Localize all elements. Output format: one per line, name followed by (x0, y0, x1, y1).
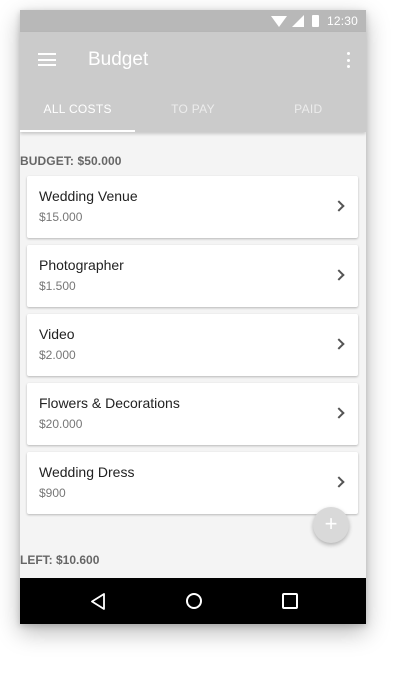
status-bar: 12:30 (20, 10, 366, 32)
cost-item-wedding-venue[interactable]: Wedding Venue $15.000 (27, 176, 358, 238)
cost-item-name: Video (39, 326, 75, 342)
tab-label: ALL COSTS (43, 102, 112, 116)
cost-item-name: Wedding Venue (39, 188, 138, 204)
phone-screen: 12:30 Budget ALL COSTS TO PAY PAID BUDGE… (20, 10, 366, 624)
plus-icon: + (324, 511, 338, 536)
home-icon[interactable] (186, 593, 202, 609)
signal-icon (291, 15, 304, 27)
cost-item-name: Photographer (39, 257, 124, 273)
toolbar: Budget (20, 32, 366, 88)
cost-item-name: Wedding Dress (39, 464, 135, 480)
system-nav-bar (20, 578, 366, 624)
chevron-right-icon (333, 338, 345, 350)
cost-item-amount: $15.000 (39, 210, 83, 224)
cost-item-flowers-decorations[interactable]: Flowers & Decorations $20.000 (27, 383, 358, 445)
chevron-right-icon (333, 269, 345, 281)
more-options-icon[interactable] (346, 52, 350, 68)
menu-icon[interactable] (38, 53, 56, 66)
tab-bar: ALL COSTS TO PAY PAID (20, 88, 366, 132)
add-cost-button[interactable]: + (313, 507, 349, 543)
cost-item-amount: $20.000 (39, 417, 83, 431)
tab-label: PAID (294, 102, 323, 116)
page-title: Budget (88, 49, 149, 70)
battery-icon (311, 15, 319, 27)
budget-left: LEFT: $10.600 (20, 553, 100, 567)
chevron-right-icon (333, 407, 345, 419)
status-time: 12:30 (326, 14, 358, 28)
tab-to-pay[interactable]: TO PAY (135, 88, 250, 132)
tab-indicator (20, 130, 136, 132)
app-bar: Budget ALL COSTS TO PAY PAID (20, 32, 366, 132)
cost-item-amount: $2.000 (39, 348, 76, 362)
wifi-icon (270, 16, 287, 27)
cost-item-name: Flowers & Decorations (39, 395, 180, 411)
tab-label: TO PAY (171, 102, 215, 116)
cost-item-wedding-dress[interactable]: Wedding Dress $900 (27, 452, 358, 514)
cost-item-video[interactable]: Video $2.000 (27, 314, 358, 376)
budget-total: BUDGET: $50.000 (20, 154, 122, 168)
tab-all-costs[interactable]: ALL COSTS (20, 88, 136, 132)
chevron-right-icon (333, 200, 345, 212)
cost-item-amount: $1.500 (39, 279, 76, 293)
cost-list-area[interactable]: BUDGET: $50.000 Wedding Venue $15.000 Ph… (20, 132, 366, 578)
chevron-right-icon (333, 476, 345, 488)
tab-paid[interactable]: PAID (251, 88, 366, 132)
cost-item-amount: $900 (39, 486, 66, 500)
recents-icon[interactable] (282, 593, 298, 609)
cost-item-photographer[interactable]: Photographer $1.500 (27, 245, 358, 307)
